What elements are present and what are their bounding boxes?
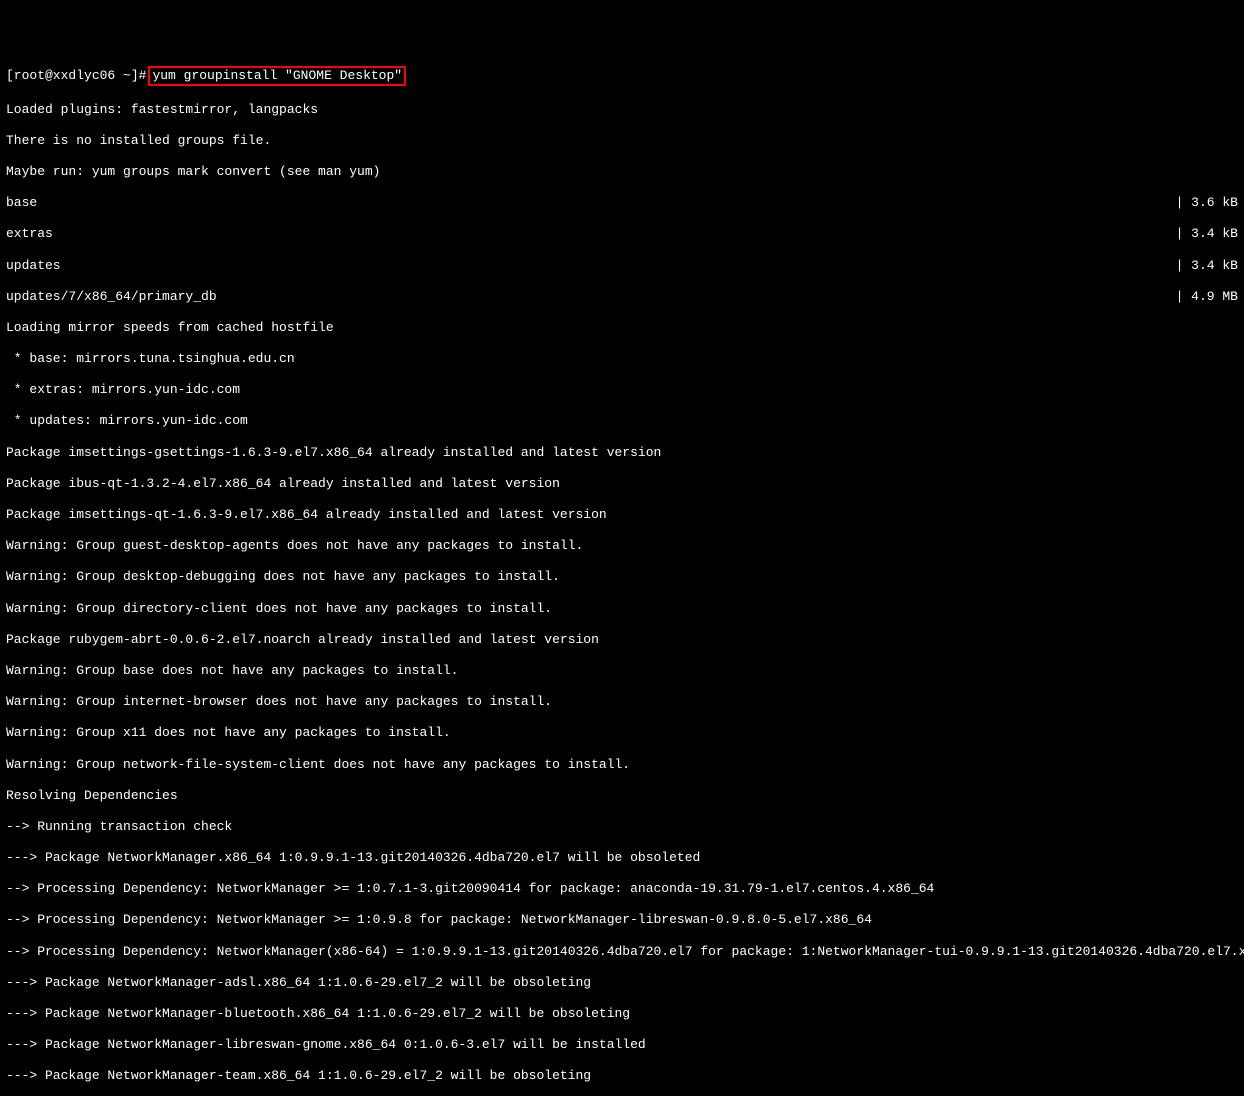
repo-name: base <box>6 195 37 211</box>
repo-size: | 4.9 MB <box>1176 289 1238 305</box>
output-line: Warning: Group base does not have any pa… <box>6 663 1238 679</box>
repo-size: | 3.4 kB <box>1176 226 1238 242</box>
output-line: Package imsettings-qt-1.6.3-9.el7.x86_64… <box>6 507 1238 523</box>
output-line: ---> Package NetworkManager-bluetooth.x8… <box>6 1006 1238 1022</box>
output-line: Package imsettings-gsettings-1.6.3-9.el7… <box>6 445 1238 461</box>
output-line: * extras: mirrors.yun-idc.com <box>6 382 1238 398</box>
repo-name: updates/7/x86_64/primary_db <box>6 289 217 305</box>
output-line: --> Processing Dependency: NetworkManage… <box>6 944 1238 960</box>
output-line: Warning: Group network-file-system-clien… <box>6 757 1238 773</box>
output-line: --> Running transaction check <box>6 819 1238 835</box>
repo-line: updates | 3.4 kB <box>6 258 1238 274</box>
shell-prompt: [root@xxdlyc06 ~]# <box>6 68 146 84</box>
repo-name: updates <box>6 258 61 274</box>
highlighted-command: yum groupinstall "GNOME Desktop" <box>148 66 406 86</box>
output-line: Warning: Group directory-client does not… <box>6 601 1238 617</box>
output-line: ---> Package NetworkManager.x86_64 1:0.9… <box>6 850 1238 866</box>
output-line: * base: mirrors.tuna.tsinghua.edu.cn <box>6 351 1238 367</box>
output-line: Warning: Group internet-browser does not… <box>6 694 1238 710</box>
output-line: ---> Package NetworkManager-libreswan-gn… <box>6 1037 1238 1053</box>
output-line: * updates: mirrors.yun-idc.com <box>6 413 1238 429</box>
command-prompt-line: [root@xxdlyc06 ~]#yum groupinstall "GNOM… <box>6 66 1238 86</box>
repo-line: extras | 3.4 kB <box>6 226 1238 242</box>
repo-line: base | 3.6 kB <box>6 195 1238 211</box>
output-line: ---> Package NetworkManager-team.x86_64 … <box>6 1068 1238 1084</box>
repo-name: extras <box>6 226 53 242</box>
repo-line: updates/7/x86_64/primary_db | 4.9 MB <box>6 289 1238 305</box>
output-line: ---> Package NetworkManager-adsl.x86_64 … <box>6 975 1238 991</box>
repo-size: | 3.4 kB <box>1176 258 1238 274</box>
output-line: --> Processing Dependency: NetworkManage… <box>6 881 1238 897</box>
output-line: --> Processing Dependency: NetworkManage… <box>6 912 1238 928</box>
output-line: Warning: Group x11 does not have any pac… <box>6 725 1238 741</box>
output-line: Warning: Group desktop-debugging does no… <box>6 569 1238 585</box>
output-line: Loaded plugins: fastestmirror, langpacks <box>6 102 1238 118</box>
output-line: Package rubygem-abrt-0.0.6-2.el7.noarch … <box>6 632 1238 648</box>
repo-size: | 3.6 kB <box>1176 195 1238 211</box>
output-line: Loading mirror speeds from cached hostfi… <box>6 320 1238 336</box>
output-line: Package ibus-qt-1.3.2-4.el7.x86_64 alrea… <box>6 476 1238 492</box>
output-line: There is no installed groups file. <box>6 133 1238 149</box>
output-line: Maybe run: yum groups mark convert (see … <box>6 164 1238 180</box>
output-line: Warning: Group guest-desktop-agents does… <box>6 538 1238 554</box>
output-line: Resolving Dependencies <box>6 788 1238 804</box>
